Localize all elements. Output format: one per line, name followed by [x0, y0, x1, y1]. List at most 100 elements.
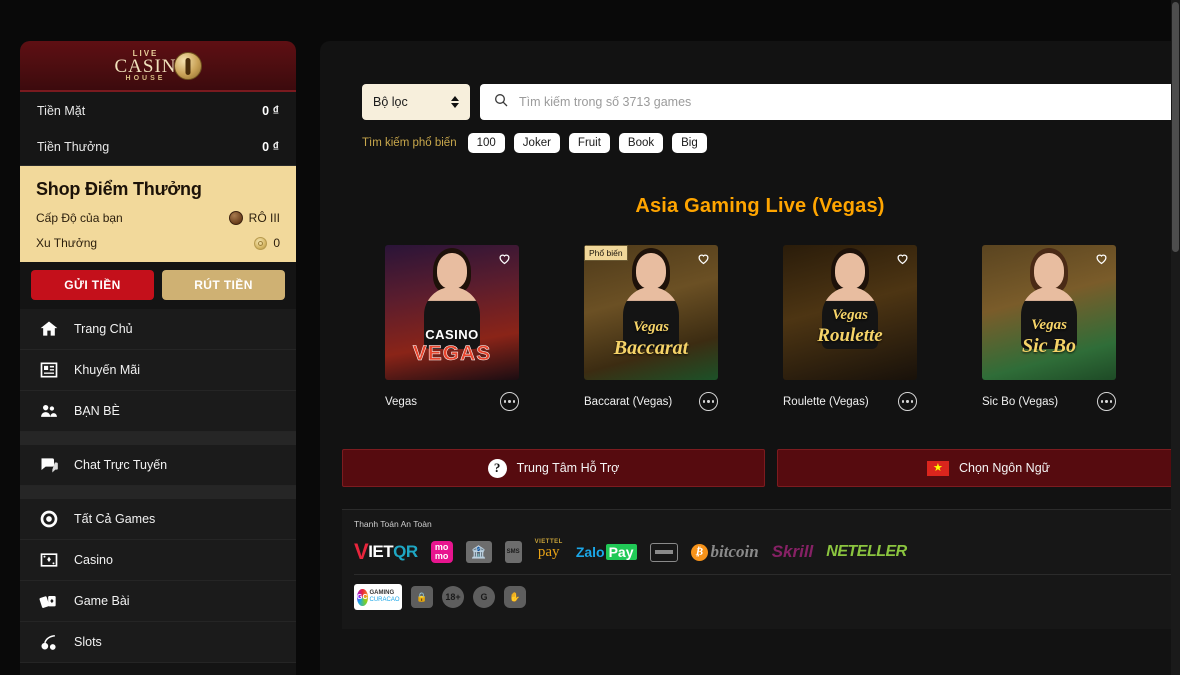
withdraw-button[interactable]: RÚT TIỀN	[162, 270, 285, 300]
game-art-line1: Vegas	[783, 307, 917, 324]
balance-label: Tiền Thưởng	[37, 140, 109, 154]
game-card[interactable]: Vegas Roulette Roulette (Vegas)	[783, 245, 917, 411]
game-card[interactable]: Phổ biến Vegas Baccarat Baccarat (Vegas)	[584, 245, 718, 411]
rewards-level-value: RÔ III	[249, 211, 280, 225]
gamcare-icon: G	[473, 586, 495, 608]
vietqr-v: V	[354, 539, 368, 565]
page-scrollbar-thumb[interactable]	[1172, 2, 1179, 252]
favorite-heart-icon[interactable]	[696, 251, 711, 266]
game-card[interactable]: Vegas Sic Bo Sic Bo (Vegas)	[982, 245, 1116, 411]
game-options-button[interactable]	[1097, 392, 1116, 411]
sidebar-item-promotions[interactable]: Khuyến Mãi	[20, 350, 296, 391]
game-thumbnail[interactable]: Vegas Roulette	[783, 245, 917, 380]
deposit-button[interactable]: GỬI TIỀN	[31, 270, 154, 300]
language-select-button[interactable]: ★ Chọn Ngôn Ngữ	[777, 449, 1180, 487]
popular-tag-joker[interactable]: Joker	[514, 133, 560, 153]
game-art: CASINO VEGAS	[385, 327, 519, 366]
friends-icon	[38, 400, 60, 422]
vietqr-icon: VIETQR	[354, 539, 418, 565]
zalo-p: Pay	[606, 544, 637, 560]
logo-medal-icon	[174, 52, 202, 80]
cherry-icon	[38, 631, 60, 653]
rank-medal-icon	[229, 211, 243, 225]
favorite-heart-icon[interactable]	[1094, 251, 1109, 266]
home-icon	[38, 318, 60, 340]
popular-tag-book[interactable]: Book	[619, 133, 663, 153]
sidebar-item-label: Casino	[74, 553, 113, 567]
vietqr-qr: QR	[393, 542, 418, 562]
filter-select[interactable]: Bộ lọc	[362, 84, 470, 120]
game-art-line1: Vegas	[584, 319, 718, 336]
game-art-line2: Roulette	[783, 325, 917, 347]
favorite-heart-icon[interactable]	[895, 251, 910, 266]
balance-value: 0 ₫	[262, 104, 279, 118]
brand-logo[interactable]: LIVE CASIN HOUSE	[20, 41, 296, 92]
search-box[interactable]	[480, 84, 1178, 120]
game-thumbnail[interactable]: Vegas Sic Bo	[982, 245, 1116, 380]
rewards-level-label: Cấp Độ của bạn	[36, 211, 123, 225]
balance-value: 0 ₫	[262, 140, 279, 154]
sidebar-item-label: Chat Trực Tuyến	[74, 458, 167, 472]
rewards-coins-row: Xu Thưởng 0	[36, 236, 280, 250]
logo-house-text: HOUSE	[126, 75, 166, 82]
sidebar-item-card-games[interactable]: Game Bài	[20, 581, 296, 622]
game-art-line2: Baccarat	[584, 337, 718, 360]
sidebar-divider	[20, 432, 296, 445]
gc-abbr: GC	[357, 589, 368, 606]
game-options-button[interactable]	[898, 392, 917, 411]
gc-line1: GAMING	[370, 590, 400, 597]
vietqr-iet: IET	[368, 542, 393, 562]
momo-icon: momo	[431, 541, 453, 563]
chat-icon	[38, 454, 60, 476]
popular-tag-100[interactable]: 100	[468, 133, 505, 153]
game-options-button[interactable]	[500, 392, 519, 411]
game-title: Vegas	[385, 396, 417, 408]
stop-hand-icon: ✋	[504, 586, 526, 608]
sidebar: LIVE CASIN HOUSE Tiền Mặt 0 ₫ Tiền Thưởn…	[20, 41, 296, 675]
sidebar-item-home[interactable]: Trang Chủ	[20, 309, 296, 350]
rewards-shop-panel[interactable]: Shop Điểm Thưởng Cấp Độ của bạn RÔ III X…	[20, 166, 296, 262]
sidebar-item-friends[interactable]: BẠN BÈ	[20, 391, 296, 432]
language-select-label: Chọn Ngôn Ngữ	[959, 461, 1050, 475]
game-thumbnail[interactable]: Phổ biến Vegas Baccarat	[584, 245, 718, 380]
support-center-button[interactable]: ? Trung Tâm Hỗ Trợ	[342, 449, 765, 487]
game-thumbnail[interactable]: CASINO VEGAS	[385, 245, 519, 380]
search-icon	[493, 92, 509, 113]
rewards-coins-label: Xu Thưởng	[36, 236, 97, 250]
info-bar-row: ? Trung Tâm Hỗ Trợ ★ Chọn Ngôn Ngữ	[320, 411, 1180, 487]
popular-tag-fruit[interactable]: Fruit	[569, 133, 610, 153]
footer-payments: Thanh Toán An Toàn VIETQR momo 🏦 SMS VIE…	[342, 509, 1180, 629]
balance-label: Tiền Mặt	[37, 104, 85, 118]
favorite-heart-icon[interactable]	[497, 251, 512, 266]
page-scrollbar-track[interactable]	[1171, 0, 1180, 675]
bitcoin-word: bitcoin	[711, 542, 759, 562]
cards-icon	[38, 590, 60, 612]
sidebar-item-label: Tất Cả Games	[74, 512, 155, 526]
footer-title: Thanh Toán An Toàn	[354, 519, 1180, 529]
sidebar-item-slots[interactable]: Slots	[20, 622, 296, 663]
sidebar-item-casino[interactable]: Casino	[20, 540, 296, 581]
sidebar-item-label: Khuyến Mãi	[74, 363, 140, 377]
chevron-updown-icon	[451, 96, 459, 108]
sidebar-item-label: Trang Chủ	[74, 322, 133, 336]
sidebar-item-live-chat[interactable]: Chat Trực Tuyến	[20, 445, 296, 486]
game-card[interactable]: CASINO VEGAS Vegas	[385, 245, 519, 411]
promotion-icon	[38, 359, 60, 381]
bitcoin-icon: ₿bitcoin	[691, 539, 759, 565]
bitcoin-symbol: ₿	[691, 544, 708, 561]
vietnam-flag-icon: ★	[927, 461, 949, 476]
app-root: LIVE CASIN HOUSE Tiền Mặt 0 ₫ Tiền Thưởn…	[0, 0, 1180, 675]
search-input[interactable]	[519, 95, 1165, 109]
sidebar-item-all-games[interactable]: Tất Cả Games	[20, 499, 296, 540]
rewards-coins-value: 0	[273, 236, 280, 250]
casino-icon	[38, 549, 60, 571]
sidebar-divider	[20, 486, 296, 499]
popular-tag-big[interactable]: Big	[672, 133, 707, 153]
support-center-label: Trung Tâm Hỗ Trợ	[517, 461, 620, 475]
sidebar-item-label: Game Bài	[74, 594, 130, 608]
zalo-z: Zalo	[576, 544, 605, 560]
game-options-button[interactable]	[699, 392, 718, 411]
sidebar-item-label: BẠN BÈ	[74, 404, 120, 418]
viettel-bottom: pay	[538, 545, 560, 560]
eighteen-plus-icon: 18+	[442, 586, 464, 608]
